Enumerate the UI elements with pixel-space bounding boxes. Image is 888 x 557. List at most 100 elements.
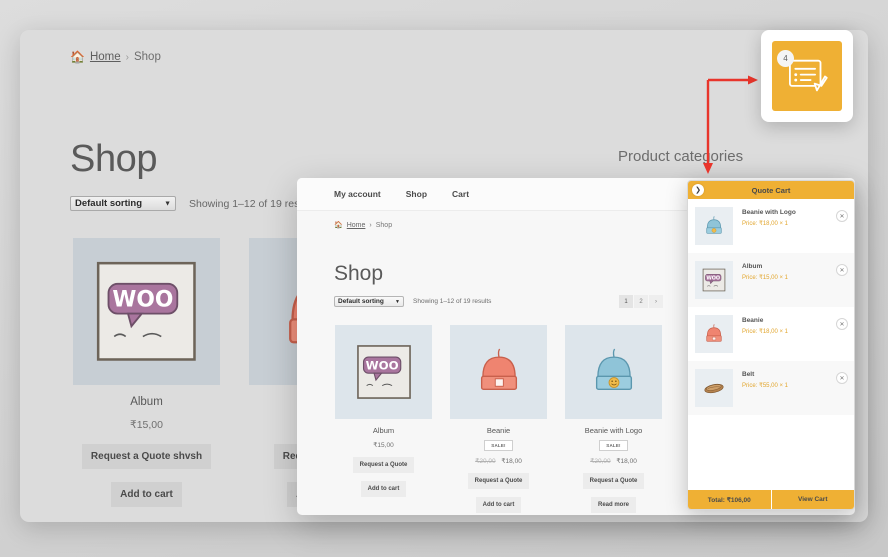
product-card: Beanie SALE! ₹20,00 ₹18,00 Request a Quo…: [450, 325, 547, 513]
sale-badge: SALE!: [484, 440, 513, 451]
request-quote-button[interactable]: Request a Quote shvsh: [81, 444, 212, 469]
product-sale-price: ₹18,00: [501, 458, 522, 465]
blue-beanie-artwork: [706, 216, 722, 234]
svg-text:WOO: WOO: [706, 275, 720, 281]
page-title: Shop: [70, 138, 158, 180]
sorting-select[interactable]: Default sorting ▼: [70, 196, 176, 211]
quote-count-badge: 4: [777, 50, 794, 67]
item-name: Belt: [742, 371, 755, 378]
woo-album-artwork: WOO: [97, 262, 196, 361]
quote-cart-total: Total: ₹106,00: [688, 490, 772, 509]
chevron-down-icon: ▼: [164, 200, 171, 207]
product-card: Beanie with Logo SALE! ₹20,00 ₹18,00 Req…: [565, 325, 662, 513]
product-thumbnail[interactable]: [450, 325, 547, 419]
product-card: WOO Album ₹15,00 Request a Quote Add to …: [335, 325, 432, 513]
nav-my-account[interactable]: My account: [334, 189, 381, 199]
item-thumbnail: [695, 207, 733, 245]
item-price: Price: ₹18,00 × 1: [742, 221, 789, 227]
product-old-price: ₹20,00: [590, 458, 611, 465]
chevron-down-icon: ▼: [395, 298, 400, 305]
item-thumbnail: [695, 369, 733, 407]
blue-beanie-artwork: [595, 348, 632, 391]
product-price: ₹20,00 ₹18,00: [565, 457, 662, 465]
product-thumbnail[interactable]: [565, 325, 662, 419]
red-beanie-artwork: [706, 324, 722, 342]
nav-shop[interactable]: Shop: [406, 189, 427, 199]
close-icon[interactable]: ✕: [836, 372, 848, 384]
product-price: ₹20,00 ₹18,00: [450, 457, 547, 465]
sorting-row: Default sorting ▼ Showing 1–12 of 19 res…: [70, 196, 316, 211]
product-card: WOO Album ₹15,00 Request a Quote shvsh A…: [73, 238, 220, 507]
chevron-right-icon[interactable]: ❯: [692, 184, 704, 196]
request-quote-button[interactable]: Request a Quote: [467, 473, 530, 489]
product-price: ₹15,00: [373, 442, 394, 449]
woo-album-artwork: WOO: [702, 268, 726, 292]
item-meta: Belt Price: ₹55,00 × 1: [742, 369, 788, 389]
floating-quote-button[interactable]: 4: [761, 30, 853, 122]
breadcrumb-current: Shop: [375, 221, 393, 229]
close-icon[interactable]: ✕: [836, 210, 848, 222]
foreground-breadcrumb: 🏠 Home › Shop: [334, 221, 393, 230]
product-name: Album: [372, 426, 395, 435]
product-name: Album: [130, 396, 163, 408]
foreground-sorting-value: Default sorting: [338, 298, 384, 305]
add-to-cart-button[interactable]: Add to cart: [475, 497, 522, 513]
add-to-cart-button[interactable]: Add to cart: [360, 481, 407, 497]
quote-cart-header: ❯ Quote Cart: [688, 181, 854, 199]
product-name: Beanie with Logo: [584, 426, 643, 435]
item-meta: Beanie with Logo Price: ₹18,00 × 1: [742, 207, 796, 227]
foreground-pagination-next[interactable]: ›: [649, 295, 663, 308]
item-name: Beanie with Logo: [742, 209, 796, 216]
foreground-pagination: 1 2 ›: [619, 295, 663, 308]
item-price: Price: ₹15,00 × 1: [742, 275, 789, 281]
item-price: Price: ₹55,00 × 1: [742, 383, 789, 389]
close-icon[interactable]: ✕: [836, 264, 848, 276]
product-sale-price: ₹18,00: [616, 458, 637, 465]
request-quote-button[interactable]: Request a Quote: [582, 473, 645, 489]
product-price: ₹15,00: [130, 419, 163, 431]
quote-cart-title: Quote Cart: [751, 185, 791, 195]
foreground-sorting-select[interactable]: Default sorting ▼: [334, 296, 404, 307]
foreground-page-title: Shop: [334, 262, 384, 285]
product-old-price: ₹20,00: [475, 458, 496, 465]
breadcrumb-separator: ›: [125, 51, 129, 63]
add-to-cart-button[interactable]: Add to cart: [111, 482, 182, 507]
quote-cart-footer: Total: ₹106,00 View Cart: [688, 490, 854, 509]
view-cart-button[interactable]: View Cart: [771, 490, 854, 509]
item-name: Beanie: [742, 317, 764, 324]
quote-cart-panel: ❯ Quote Cart Beanie with Logo Price: ₹18…: [687, 180, 855, 510]
home-icon: 🏠: [70, 50, 85, 64]
foreground-sorting-row: Default sorting ▼ Showing 1–12 of 19 res…: [334, 296, 491, 307]
product-thumbnail[interactable]: WOO: [73, 238, 220, 385]
close-icon[interactable]: ✕: [836, 318, 848, 330]
red-beanie-artwork: [480, 348, 517, 391]
sale-badge: SALE!: [599, 440, 628, 451]
breadcrumb-home-link[interactable]: Home: [90, 51, 121, 63]
foreground-pagination-page-1[interactable]: 1: [619, 295, 633, 308]
item-meta: Beanie Price: ₹18,00 × 1: [742, 315, 788, 335]
belt-artwork: [704, 383, 724, 394]
sorting-select-value: Default sorting: [75, 198, 143, 209]
read-more-button[interactable]: Read more: [590, 497, 636, 513]
sidebar-title: Product categories: [618, 148, 744, 165]
home-icon: 🏠: [334, 222, 343, 229]
quote-cart-item: Belt Price: ₹55,00 × 1 ✕: [688, 361, 854, 415]
quote-cart-item: WOO Album Price: ₹15,00 × 1 ✕: [688, 253, 854, 307]
svg-text:WOO: WOO: [113, 288, 174, 313]
request-quote-button[interactable]: Request a Quote: [352, 457, 415, 473]
foreground-pagination-page-2[interactable]: 2: [634, 295, 648, 308]
quote-cart-items: Beanie with Logo Price: ₹18,00 × 1 ✕ WOO: [688, 199, 854, 490]
nav-cart[interactable]: Cart: [452, 189, 469, 199]
item-thumbnail: WOO: [695, 261, 733, 299]
item-meta: Album Price: ₹15,00 × 1: [742, 261, 788, 281]
breadcrumb-separator: ›: [369, 221, 372, 229]
svg-text:WOO: WOO: [365, 359, 398, 373]
breadcrumb-current: Shop: [133, 51, 161, 63]
product-thumbnail[interactable]: WOO: [335, 325, 432, 419]
item-thumbnail: [695, 315, 733, 353]
woo-album-artwork: WOO: [356, 345, 411, 399]
quote-document-pencil-icon: 4: [772, 41, 842, 111]
quote-cart-item: Beanie Price: ₹18,00 × 1 ✕: [688, 307, 854, 361]
product-name: Beanie: [486, 426, 511, 435]
breadcrumb-home-link[interactable]: Home: [347, 222, 366, 229]
